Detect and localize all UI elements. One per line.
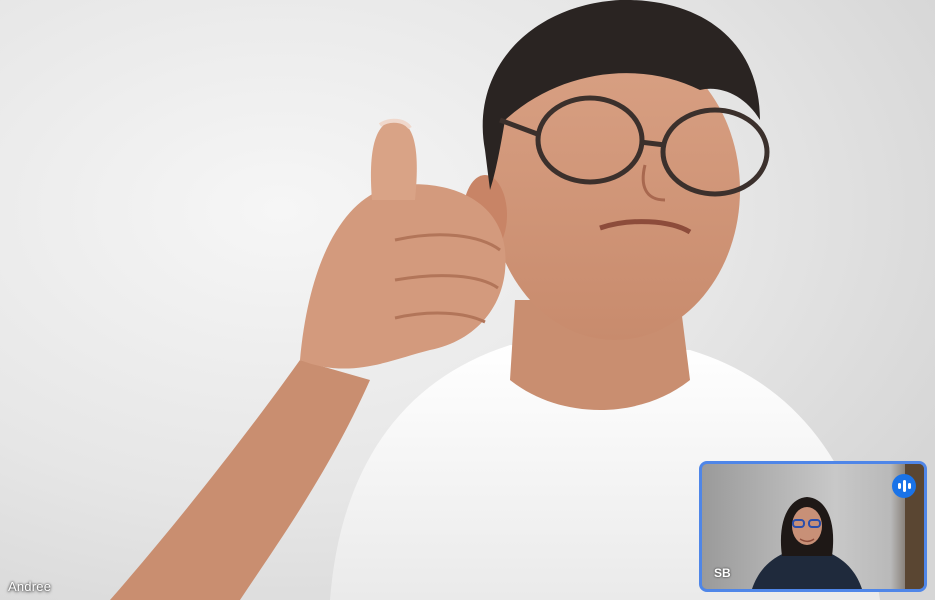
audio-level-bar <box>907 483 911 489</box>
speaking-indicator <box>892 474 916 498</box>
video-call-stage: Andree SB <box>0 0 935 600</box>
audio-level-bar <box>902 480 906 492</box>
main-participant-name: Andree <box>8 579 52 594</box>
audio-level-icon <box>897 483 901 489</box>
self-view-feed <box>702 464 924 589</box>
self-view-name: SB <box>714 566 731 580</box>
self-view-tile[interactable]: SB <box>699 461 927 592</box>
